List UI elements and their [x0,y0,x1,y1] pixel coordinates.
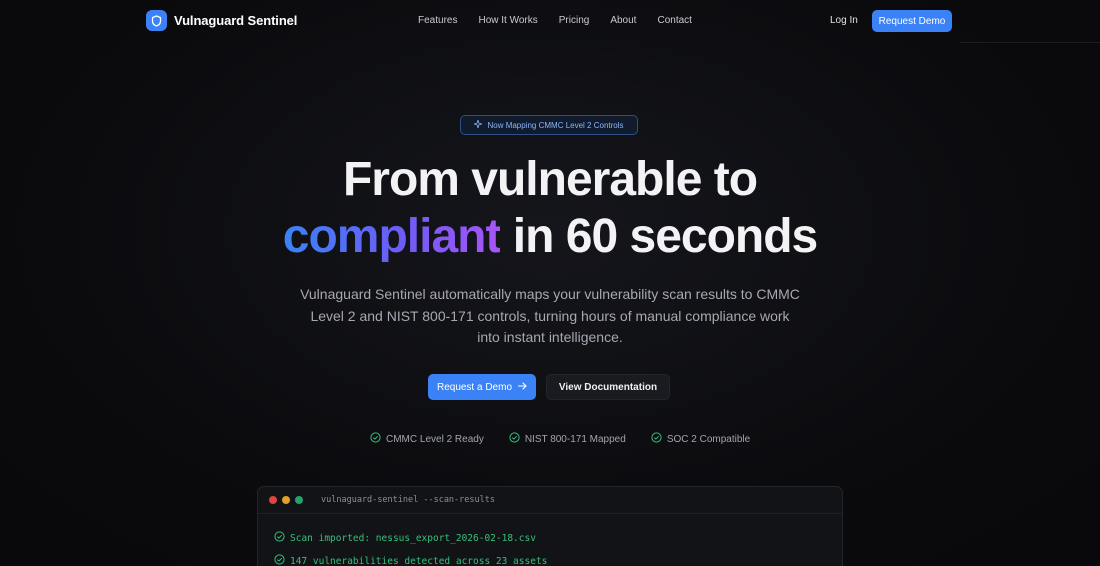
nav-divider [960,42,1100,43]
check-circle-icon [274,531,285,545]
terminal-line: 147 vulnerabilities detected across 23 a… [274,554,547,566]
headline-line-2-rest: in 60 seconds [500,210,818,263]
check-label: CMMC Level 2 Ready [386,433,484,445]
nav-links: Features How It Works Pricing About Cont… [418,15,692,26]
top-nav: Vulnaguard Sentinel Features How It Work… [0,0,1100,43]
brand-name: Vulnaguard Sentinel [174,13,298,28]
headline-highlight: compliant [282,210,502,263]
terminal-line-text: Scan imported: nessus_export_2026-02-18.… [290,532,536,544]
check-circle-icon [509,432,520,446]
check-item: NIST 800-171 Mapped [509,432,626,446]
nav-link-pricing[interactable]: Pricing [559,15,590,26]
close-dot [269,496,277,504]
brand[interactable]: Vulnaguard Sentinel [146,10,297,31]
nav-link-contact[interactable]: Contact [657,15,691,26]
check-circle-icon [651,432,662,446]
announcement-badge[interactable]: Now Mapping CMMC Level 2 Controls [460,115,638,135]
maximize-dot [295,496,303,504]
check-item: CMMC Level 2 Ready [370,432,484,446]
request-a-demo-button[interactable]: Request a Demo [428,374,536,400]
nav-link-about[interactable]: About [610,15,636,26]
nav-link-how-it-works[interactable]: How It Works [478,15,537,26]
sparkle-icon [473,118,484,130]
compliance-checks: CMMC Level 2 Ready NIST 800-171 Mapped S… [370,432,750,446]
check-circle-icon [370,432,381,446]
hero-subtitle: Vulnaguard Sentinel automatically maps y… [300,286,800,345]
request-a-demo-label: Request a Demo [436,381,513,393]
minimize-dot [282,496,290,504]
badge-text: Now Mapping CMMC Level 2 Controls [487,120,624,130]
terminal-window: vulnaguard-sentinel --scan-results Scan … [257,486,843,566]
view-documentation-button[interactable]: View Documentation [546,374,670,400]
nav-link-features[interactable]: Features [418,15,457,26]
check-item: SOC 2 Compatible [651,432,750,446]
headline-line-2: compliant in 60 seconds [0,209,1100,264]
headline-line-1: From vulnerable to [342,153,758,206]
check-label: NIST 800-171 Mapped [524,433,626,445]
check-circle-icon [274,554,285,566]
request-demo-button[interactable]: Request Demo [872,10,952,32]
login-link[interactable]: Log In [830,15,858,26]
arrow-right-icon [517,381,527,393]
shield-icon [146,10,167,31]
terminal-title: vulnaguard-sentinel --scan-results [321,495,495,505]
terminal-titlebar: vulnaguard-sentinel --scan-results [258,487,842,514]
check-label: SOC 2 Compatible [666,433,751,445]
terminal-line-text: 147 vulnerabilities detected across 23 a… [290,555,548,566]
terminal-line: Scan imported: nessus_export_2026-02-18.… [274,531,536,545]
